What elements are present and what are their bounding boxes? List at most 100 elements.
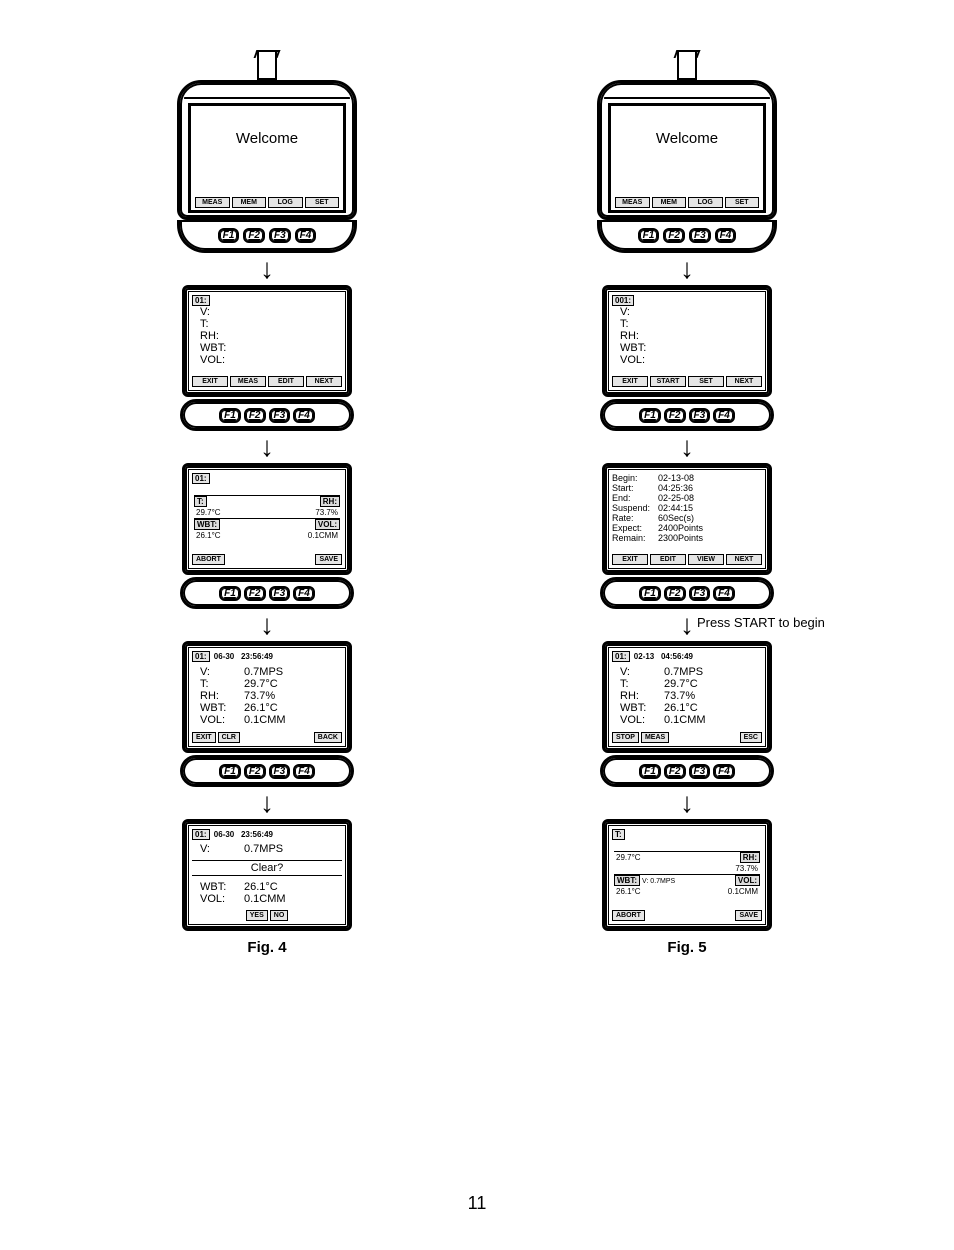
softkey-start[interactable]: START xyxy=(650,376,686,387)
softkey-back[interactable]: BACK xyxy=(314,732,342,743)
f4-key[interactable]: F4 xyxy=(713,764,735,779)
f3-key[interactable]: F3 xyxy=(689,764,711,779)
f1-key[interactable]: F1 xyxy=(639,764,661,779)
press-start-note: Press START to begin xyxy=(697,615,825,630)
softkey-meas[interactable]: MEAS xyxy=(230,376,266,387)
softkey-mem[interactable]: MEM xyxy=(652,197,687,208)
f1-key[interactable]: F1 xyxy=(639,408,661,423)
row-t-v: 29.7°C xyxy=(664,678,698,690)
vol-label: VOL: xyxy=(735,875,760,886)
wbt-value: 26.1°C xyxy=(194,530,267,541)
f4-key[interactable]: F4 xyxy=(293,764,315,779)
softkey-edit[interactable]: EDIT xyxy=(650,554,686,565)
f4-key[interactable]: F4 xyxy=(295,228,317,243)
softkey-exit[interactable]: EXIT xyxy=(612,554,648,565)
remain-v: 2300Points xyxy=(658,533,703,543)
f4-key[interactable]: F4 xyxy=(713,586,735,601)
softkey-no[interactable]: NO xyxy=(270,910,289,921)
f2-key[interactable]: F2 xyxy=(663,228,685,243)
softkey-abort[interactable]: ABORT xyxy=(612,910,645,921)
wbt-label: WBT: xyxy=(614,875,640,886)
f3-key[interactable]: F3 xyxy=(689,228,711,243)
softkey-exit[interactable]: EXIT xyxy=(612,376,648,387)
softkey-log[interactable]: LOG xyxy=(268,197,303,208)
f2-key[interactable]: F2 xyxy=(243,228,265,243)
softkey-next[interactable]: NEXT xyxy=(726,554,762,565)
fkey-row: F1 F2 F3 F4 xyxy=(600,577,774,609)
f2-key[interactable]: F2 xyxy=(244,408,266,423)
arrow-down-icon: ↓ xyxy=(260,433,274,461)
softkey-log[interactable]: LOG xyxy=(688,197,723,208)
f3-key[interactable]: F3 xyxy=(689,408,711,423)
softkey-meas[interactable]: MEAS xyxy=(615,197,650,208)
softkey-save[interactable]: SAVE xyxy=(735,910,762,921)
fig5-step3: Begin:02-13-08 Start:04:25:36 End:02-25-… xyxy=(602,463,772,575)
f1-key[interactable]: F1 xyxy=(639,586,661,601)
softkey-meas[interactable]: MEAS xyxy=(195,197,230,208)
softkey-edit[interactable]: EDIT xyxy=(268,376,304,387)
f3-key[interactable]: F3 xyxy=(269,228,291,243)
date: 06-30 xyxy=(214,652,234,661)
arrow-down-icon: ↓ xyxy=(680,433,694,461)
f2-key[interactable]: F2 xyxy=(244,586,266,601)
softkey-abort[interactable]: ABORT xyxy=(192,554,225,565)
f2-key[interactable]: F2 xyxy=(244,764,266,779)
welcome-text: Welcome xyxy=(195,130,339,147)
arrow-down-icon: ↓ xyxy=(680,789,694,817)
softkey-set[interactable]: SET xyxy=(725,197,760,208)
f1-key[interactable]: F1 xyxy=(638,228,660,243)
f1-key[interactable]: F1 xyxy=(219,408,241,423)
f2-key[interactable]: F2 xyxy=(664,764,686,779)
fig4-step3: 01: T:29.7°C RH:73.7% WBT:26.1°C VOL:0.1… xyxy=(182,463,352,575)
row-v-v: 0.7MPS xyxy=(664,666,703,678)
softkey-exit[interactable]: EXIT xyxy=(192,376,228,387)
fig5-step4: 01: 02-13 04:56:49 V:0.7MPS T:29.7°C RH:… xyxy=(602,641,772,753)
record-id: 01: xyxy=(192,651,210,662)
f1-key[interactable]: F1 xyxy=(218,228,240,243)
f4-key[interactable]: F4 xyxy=(713,408,735,423)
vol-value: 0.1CMM xyxy=(687,886,760,897)
row-v: V: xyxy=(200,306,342,318)
f1-key[interactable]: F1 xyxy=(219,764,241,779)
softkey-set[interactable]: SET xyxy=(688,376,724,387)
softkey-view[interactable]: VIEW xyxy=(688,554,724,565)
f2-key[interactable]: F2 xyxy=(664,586,686,601)
record-id: 01: xyxy=(612,651,630,662)
softkey-set[interactable]: SET xyxy=(305,197,340,208)
f2-key[interactable]: F2 xyxy=(664,408,686,423)
f4-key[interactable]: F4 xyxy=(715,228,737,243)
row-rh: RH: xyxy=(620,330,762,342)
softkey-mem[interactable]: MEM xyxy=(232,197,267,208)
rate-k: Rate: xyxy=(612,513,658,523)
softkey-meas[interactable]: MEAS xyxy=(641,732,669,743)
f3-key[interactable]: F3 xyxy=(689,586,711,601)
softkey-stop[interactable]: STOP xyxy=(612,732,639,743)
softkey-next[interactable]: NEXT xyxy=(306,376,342,387)
remain-k: Remain: xyxy=(612,533,658,543)
f3-key[interactable]: F3 xyxy=(269,586,291,601)
softkey-clr[interactable]: CLR xyxy=(218,732,240,743)
f3-key[interactable]: F3 xyxy=(269,408,291,423)
fkey-row: F1 F2 F3 F4 xyxy=(600,399,774,431)
f4-key[interactable]: F4 xyxy=(293,586,315,601)
f3-key[interactable]: F3 xyxy=(269,764,291,779)
device-fig5: Welcome MEAS MEM LOG SET F1 F2 F3 F4 xyxy=(597,50,777,253)
softkey-esc[interactable]: ESC xyxy=(740,732,762,743)
row-t-v: 29.7°C xyxy=(244,678,278,690)
row-wbt-v: 26.1°C xyxy=(664,702,698,714)
row-vol: VOL: xyxy=(200,354,342,366)
row-v-v: 0.7MPS xyxy=(244,843,283,855)
softkey-next[interactable]: NEXT xyxy=(726,376,762,387)
begin-v: 02-13-08 xyxy=(658,473,694,483)
row-wbt-v: 26.1°C xyxy=(244,881,278,893)
softkey-yes[interactable]: YES xyxy=(246,910,268,921)
record-id: 01: xyxy=(192,473,210,484)
f4-key[interactable]: F4 xyxy=(293,408,315,423)
row-t-k: T: xyxy=(620,678,664,690)
clear-dialog: Clear? xyxy=(192,860,342,876)
softkey-save[interactable]: SAVE xyxy=(315,554,342,565)
f1-key[interactable]: F1 xyxy=(219,586,241,601)
row-rh-k: RH: xyxy=(620,690,664,702)
vol-label: VOL: xyxy=(315,519,340,530)
softkey-exit[interactable]: EXIT xyxy=(192,732,216,743)
